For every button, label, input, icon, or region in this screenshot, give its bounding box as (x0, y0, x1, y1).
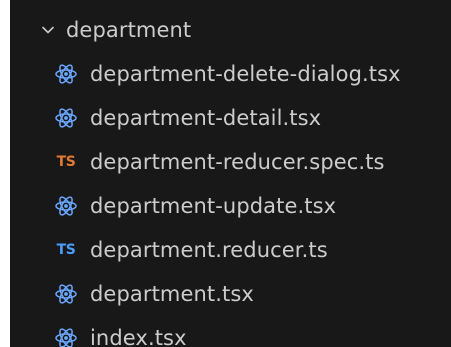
file-item[interactable]: department-detail.tsx (10, 98, 451, 138)
typescript-test-icon: TS (56, 154, 76, 170)
file-item[interactable]: index.tsx (10, 318, 451, 347)
file-name: department-detail.tsx (90, 105, 322, 130)
file-name: department-reducer.spec.ts (90, 149, 385, 174)
file-item[interactable]: department.tsx (10, 274, 451, 314)
file-explorer: department department-delete-dialog.tsx … (10, 0, 451, 347)
file-item[interactable]: department-delete-dialog.tsx (10, 54, 451, 94)
chevron-down-icon[interactable] (40, 18, 66, 42)
file-name: department-update.tsx (90, 193, 337, 218)
file-name: index.tsx (90, 325, 187, 347)
react-icon (54, 326, 78, 347)
folder-department[interactable]: department (10, 10, 451, 50)
file-item[interactable]: TS department.reducer.ts (10, 230, 451, 270)
react-icon (54, 194, 78, 218)
file-name: department.reducer.ts (90, 237, 328, 262)
react-icon (54, 106, 78, 130)
file-item[interactable]: department-update.tsx (10, 186, 451, 226)
react-icon (54, 62, 78, 86)
file-name: department-delete-dialog.tsx (90, 61, 401, 86)
typescript-icon: TS (56, 242, 76, 258)
folder-label: department (66, 17, 192, 42)
file-name: department.tsx (90, 281, 254, 306)
react-icon (54, 282, 78, 306)
file-item[interactable]: TS department-reducer.spec.ts (10, 142, 451, 182)
